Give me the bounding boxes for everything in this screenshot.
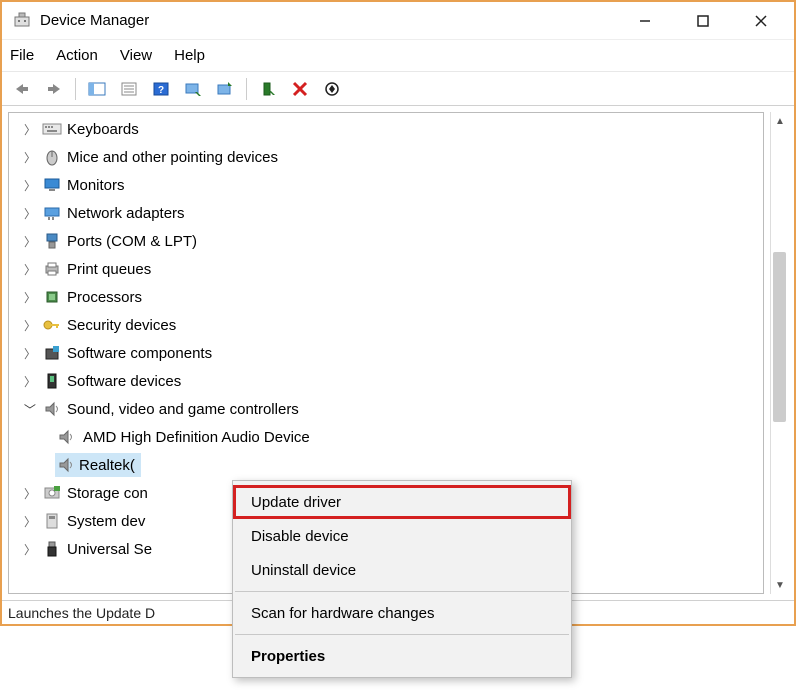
port-icon xyxy=(41,230,63,252)
help-button[interactable]: ? xyxy=(147,75,175,103)
tree-item-realtek[interactable]: Realtek( xyxy=(9,451,763,479)
window-controls xyxy=(616,3,790,39)
tree-item-label: Software components xyxy=(67,345,212,362)
vertical-scrollbar[interactable]: ▲ ▼ xyxy=(770,112,788,594)
scroll-up-button[interactable]: ▲ xyxy=(771,112,789,130)
update-driver-button[interactable] xyxy=(211,75,239,103)
status-text: Launches the Update D xyxy=(8,605,155,621)
tree-item-label: Universal Se xyxy=(67,541,152,558)
mouse-icon xyxy=(41,146,63,168)
tree-item-label: Print queues xyxy=(67,261,151,278)
tree-item-label: Security devices xyxy=(67,317,176,334)
expand-icon[interactable]: 〉 xyxy=(23,289,37,306)
tree-item-label: AMD High Definition Audio Device xyxy=(83,429,310,446)
tree-item-label: Processors xyxy=(67,289,142,306)
device-manager-window: Device Manager File Action View Help ? 〉 xyxy=(0,0,796,626)
tree-item-keyboards[interactable]: 〉 Keyboards xyxy=(9,115,763,143)
close-button[interactable] xyxy=(732,3,790,39)
back-button[interactable] xyxy=(8,75,36,103)
minimize-button[interactable] xyxy=(616,3,674,39)
forward-button[interactable] xyxy=(40,75,68,103)
tree-item-mice[interactable]: 〉 Mice and other pointing devices xyxy=(9,143,763,171)
menu-action[interactable]: Action xyxy=(56,47,98,64)
tree-item-label: Storage con xyxy=(67,485,148,502)
expand-icon[interactable]: 〉 xyxy=(23,485,37,502)
expand-icon[interactable]: 〉 xyxy=(23,541,37,558)
tree-item-label: Realtek( xyxy=(79,457,135,474)
tree-item-amd-audio[interactable]: AMD High Definition Audio Device xyxy=(9,423,763,451)
context-update-driver[interactable]: Update driver xyxy=(233,485,571,519)
menubar: File Action View Help xyxy=(2,40,794,72)
expand-icon[interactable]: 〉 xyxy=(23,345,37,362)
context-properties[interactable]: Properties xyxy=(233,639,571,673)
tree-item-label: Monitors xyxy=(67,177,125,194)
app-icon xyxy=(12,11,32,31)
tree-item-monitors[interactable]: 〉 Monitors xyxy=(9,171,763,199)
expand-icon[interactable]: 〉 xyxy=(23,513,37,530)
printer-icon xyxy=(41,258,63,280)
properties-button[interactable] xyxy=(115,75,143,103)
tree-item-security[interactable]: 〉 Security devices xyxy=(9,311,763,339)
menu-view[interactable]: View xyxy=(120,47,152,64)
tree-item-label: Software devices xyxy=(67,373,181,390)
tree-item-print-queues[interactable]: 〉 Print queues xyxy=(9,255,763,283)
expand-icon[interactable]: 〉 xyxy=(23,205,37,222)
tree-item-label: Ports (COM & LPT) xyxy=(67,233,197,250)
expand-icon[interactable]: 〉 xyxy=(23,177,37,194)
component-icon xyxy=(41,342,63,364)
tree-item-label: System dev xyxy=(67,513,145,530)
tree-item-network[interactable]: 〉 Network adapters xyxy=(9,199,763,227)
cpu-icon xyxy=(41,286,63,308)
scroll-down-button[interactable]: ▼ xyxy=(771,576,789,594)
expand-icon[interactable]: 〉 xyxy=(23,261,37,278)
speaker-icon xyxy=(55,454,77,476)
expand-icon[interactable]: 〉 xyxy=(23,233,37,250)
system-icon xyxy=(41,510,63,532)
tree-item-sound[interactable]: 〉 Sound, video and game controllers xyxy=(9,395,763,423)
menu-file[interactable]: File xyxy=(10,47,34,64)
show-hide-tree-button[interactable] xyxy=(83,75,111,103)
disable-device-button[interactable] xyxy=(318,75,346,103)
toolbar-separator xyxy=(246,78,247,100)
context-separator xyxy=(235,634,569,635)
enable-device-button[interactable] xyxy=(254,75,282,103)
scan-hardware-button[interactable] xyxy=(179,75,207,103)
collapse-icon[interactable]: 〉 xyxy=(22,402,39,416)
tree-item-label: Sound, video and game controllers xyxy=(67,401,299,418)
expand-icon[interactable]: 〉 xyxy=(23,149,37,166)
storage-icon xyxy=(41,482,63,504)
window-title: Device Manager xyxy=(40,12,616,29)
menu-help[interactable]: Help xyxy=(174,47,205,64)
expand-icon[interactable]: 〉 xyxy=(23,317,37,334)
expand-icon[interactable]: 〉 xyxy=(23,373,37,390)
context-menu: Update driver Disable device Uninstall d… xyxy=(232,480,572,678)
context-separator xyxy=(235,591,569,592)
context-disable-device[interactable]: Disable device xyxy=(233,519,571,553)
context-uninstall-device[interactable]: Uninstall device xyxy=(233,553,571,587)
tree-item-label: Network adapters xyxy=(67,205,185,222)
speaker-icon xyxy=(55,426,77,448)
toolbar: ? xyxy=(2,72,794,106)
toolbar-separator xyxy=(75,78,76,100)
usb-icon xyxy=(41,538,63,560)
network-icon xyxy=(41,202,63,224)
maximize-button[interactable] xyxy=(674,3,732,39)
tree-item-label: Mice and other pointing devices xyxy=(67,149,278,166)
tree-item-label: Keyboards xyxy=(67,121,139,138)
speaker-icon xyxy=(41,398,63,420)
titlebar: Device Manager xyxy=(2,2,794,40)
context-scan-hardware[interactable]: Scan for hardware changes xyxy=(233,596,571,630)
expand-icon[interactable]: 〉 xyxy=(23,121,37,138)
svg-text:?: ? xyxy=(158,85,164,96)
tree-item-software-devices[interactable]: 〉 Software devices xyxy=(9,367,763,395)
key-icon xyxy=(41,314,63,336)
monitor-icon xyxy=(41,174,63,196)
tree-item-software-components[interactable]: 〉 Software components xyxy=(9,339,763,367)
tree-item-ports[interactable]: 〉 Ports (COM & LPT) xyxy=(9,227,763,255)
uninstall-device-button[interactable] xyxy=(286,75,314,103)
software-device-icon xyxy=(41,370,63,392)
tree-item-processors[interactable]: 〉 Processors xyxy=(9,283,763,311)
scroll-thumb[interactable] xyxy=(773,252,786,422)
keyboard-icon xyxy=(41,118,63,140)
